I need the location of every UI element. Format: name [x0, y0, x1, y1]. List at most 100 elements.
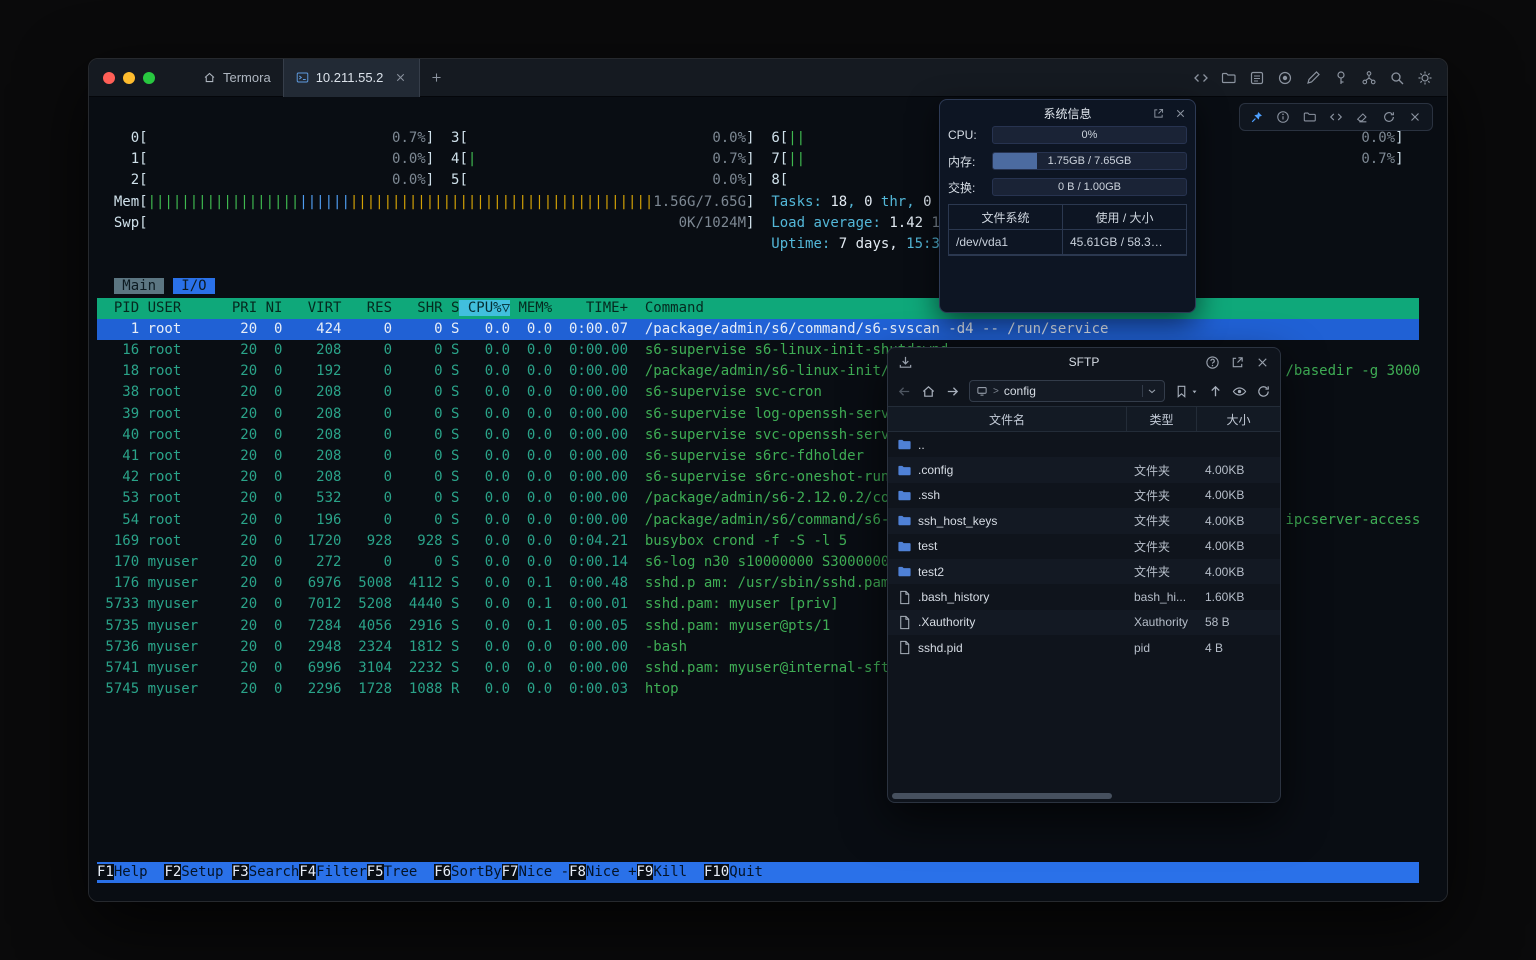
fkey-label[interactable]: Nice -	[518, 864, 569, 880]
fkey-f5[interactable]: F5	[367, 864, 384, 880]
sftp-file-row[interactable]: test文件夹4.00KB	[888, 534, 1280, 559]
stat-value: 1.75GB / 7.65GB	[993, 153, 1186, 169]
sftp-file-row[interactable]: sshd.pidpid4 B	[888, 635, 1280, 660]
edit-icon[interactable]	[1305, 70, 1321, 86]
horizontal-scrollbar[interactable]	[892, 793, 1112, 799]
sftp-titlebar[interactable]: SFTP	[888, 348, 1280, 376]
sftp-file-row[interactable]: .ssh文件夹4.00KB	[888, 483, 1280, 508]
file-name: .ssh	[918, 488, 940, 502]
function-key-bar[interactable]: F1Help F2Setup F3SearchF4FilterF5Tree F6…	[97, 862, 1419, 883]
sftp-file-row[interactable]: test2文件夹4.00KB	[888, 559, 1280, 584]
sftp-file-row[interactable]: ssh_host_keys文件夹4.00KB	[888, 508, 1280, 533]
stat-label: 内存:	[948, 153, 992, 170]
system-stats: CPU:0%内存:1.75GB / 7.65GB交换:0 B / 1.00GB	[940, 126, 1195, 196]
fkey-label[interactable]: Search	[249, 864, 300, 880]
close-icon[interactable]	[1255, 355, 1270, 370]
zoom-window-button[interactable]	[143, 72, 155, 84]
sftp-file-row[interactable]: .config文件夹4.00KB	[888, 457, 1280, 482]
show-hidden-icon[interactable]	[1232, 384, 1247, 399]
filename-column-header[interactable]: 文件名	[888, 407, 1127, 431]
file-icon	[897, 615, 912, 630]
open-external-icon[interactable]	[1152, 107, 1165, 120]
code-icon[interactable]	[1193, 70, 1209, 86]
search-icon[interactable]	[1389, 70, 1405, 86]
pin-icon[interactable]	[1250, 110, 1264, 124]
stat-row: 交换:0 B / 1.00GB	[940, 178, 1195, 196]
process-row[interactable]: 1 root 20 0 424 0 0 S 0.0 0.0 0:00.07 /p…	[97, 319, 1419, 340]
bookmarks-button[interactable]	[1174, 384, 1199, 399]
fkey-f9[interactable]: F9	[637, 864, 654, 880]
info-icon[interactable]	[1276, 110, 1290, 124]
fkey-label[interactable]: Quit	[729, 864, 780, 880]
titlebar: Termora 10.211.55.2	[89, 59, 1447, 97]
back-icon[interactable]	[897, 384, 912, 399]
fkey-label[interactable]: Kill	[653, 864, 704, 880]
sftp-file-row[interactable]: .bash_historybash_hi...1.60KB	[888, 584, 1280, 609]
fkey-f8[interactable]: F8	[569, 864, 586, 880]
fkey-f1[interactable]: F1	[97, 864, 114, 880]
fkey-label[interactable]: Help	[114, 864, 165, 880]
fkey-label[interactable]: SortBy	[451, 864, 502, 880]
fkey-f10[interactable]: F10	[704, 864, 729, 880]
folder-icon	[897, 564, 912, 579]
fkey-label[interactable]: Setup	[181, 864, 232, 880]
fkey-f2[interactable]: F2	[164, 864, 181, 880]
caret-down-icon	[1190, 387, 1199, 396]
file-icon	[897, 590, 912, 605]
code-icon[interactable]	[1329, 110, 1343, 124]
file-size: 4.00KB	[1197, 539, 1280, 553]
key-icon[interactable]	[1333, 70, 1349, 86]
tab-session[interactable]: 10.211.55.2	[283, 59, 421, 97]
sftp-file-row[interactable]: ..	[888, 432, 1280, 457]
terminal-icon	[296, 71, 309, 84]
up-directory-icon[interactable]	[1208, 384, 1223, 399]
close-window-button[interactable]	[103, 72, 115, 84]
stat-label: CPU:	[948, 128, 992, 142]
forward-icon[interactable]	[945, 384, 960, 399]
path-breadcrumb[interactable]: > config	[969, 380, 1165, 402]
folder-icon	[897, 437, 912, 452]
tab-home[interactable]: Termora	[191, 59, 283, 97]
help-icon[interactable]	[1205, 355, 1220, 370]
open-external-icon[interactable]	[1230, 355, 1245, 370]
fkey-label[interactable]: Tree	[384, 864, 435, 880]
file-name: sshd.pid	[918, 641, 963, 655]
log-icon[interactable]	[1249, 70, 1265, 86]
folder-icon[interactable]	[1221, 70, 1237, 86]
sftp-file-row[interactable]: .XauthorityXauthority58 B	[888, 610, 1280, 635]
close-icon[interactable]	[1174, 107, 1187, 120]
home-icon[interactable]	[921, 384, 936, 399]
fkey-label[interactable]: Nice +	[586, 864, 637, 880]
settings-icon[interactable]	[1417, 70, 1433, 86]
usage-column-header: 使用 / 大小	[1063, 205, 1186, 229]
stat-value: 0%	[993, 127, 1186, 143]
minimize-window-button[interactable]	[123, 72, 135, 84]
process-table-header[interactable]: PID USER PRI NI VIRT RES SHR S CPU%▽ MEM…	[97, 298, 1419, 319]
cpu-meter-line: 2[ 0.0%] 5[ 0.0%] 8[	[97, 170, 1419, 191]
stat-label: 交换:	[948, 179, 992, 196]
tab-close-icon[interactable]	[394, 71, 407, 84]
screen-tab-io[interactable]: I/O	[173, 278, 215, 294]
screens-tabs[interactable]: Main I/O	[97, 276, 1419, 297]
screen-tab-main[interactable]: Main	[114, 278, 165, 294]
file-size: 4.00KB	[1197, 463, 1280, 477]
fkey-label[interactable]: Filter	[316, 864, 367, 880]
fkey-f3[interactable]: F3	[232, 864, 249, 880]
stat-value: 0 B / 1.00GB	[993, 179, 1186, 195]
fkey-f4[interactable]: F4	[299, 864, 316, 880]
fkey-f7[interactable]: F7	[502, 864, 519, 880]
stat-progress-bar: 0 B / 1.00GB	[992, 178, 1187, 196]
tab-session-label: 10.211.55.2	[316, 70, 384, 85]
chevron-down-icon[interactable]	[1142, 385, 1158, 397]
type-column-header[interactable]: 类型	[1127, 407, 1197, 431]
fkey-f6[interactable]: F6	[434, 864, 451, 880]
close-icon[interactable]	[1408, 110, 1422, 124]
network-icon[interactable]	[1361, 70, 1377, 86]
refresh-icon[interactable]	[1256, 384, 1271, 399]
refresh-icon[interactable]	[1382, 110, 1396, 124]
new-tab-button[interactable]	[420, 71, 453, 84]
folder-icon[interactable]	[1303, 110, 1317, 124]
size-column-header[interactable]: 大小	[1197, 407, 1280, 431]
record-icon[interactable]	[1277, 70, 1293, 86]
eraser-icon[interactable]	[1355, 110, 1369, 124]
